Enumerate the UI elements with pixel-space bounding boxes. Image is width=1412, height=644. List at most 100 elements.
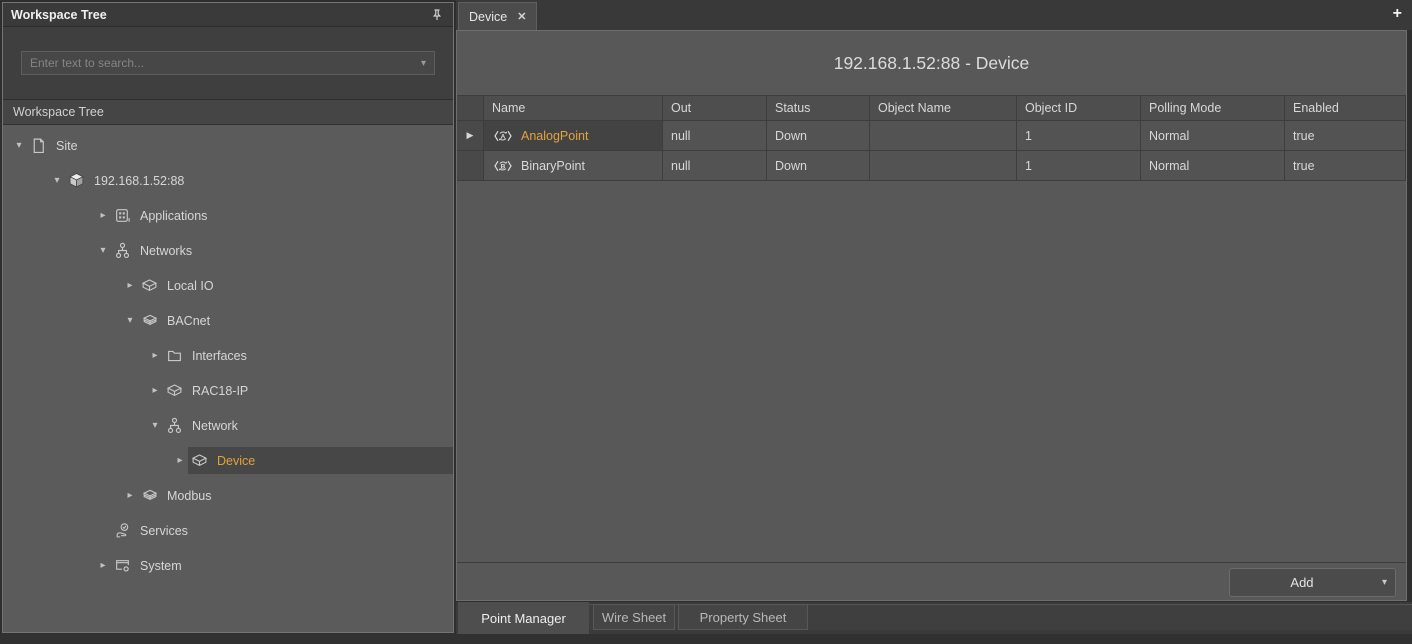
tree-item-interfaces[interactable]: ▸ Interfaces xyxy=(3,338,453,373)
search-dropdown-icon[interactable]: ▾ xyxy=(413,58,434,69)
search-combo[interactable]: ▾ xyxy=(21,51,435,75)
expander-expanded-icon[interactable]: ▾ xyxy=(95,245,111,256)
panel-title: Workspace Tree xyxy=(11,8,429,22)
tree-item-system[interactable]: ▸ System xyxy=(3,548,453,583)
cell-name[interactable]: B BinaryPoint xyxy=(484,151,663,181)
tree-item-site[interactable]: ▾ Site xyxy=(3,128,453,163)
tree-item-device[interactable]: ▸ Device xyxy=(3,443,453,478)
add-button-label: Add xyxy=(1230,575,1374,590)
point-name: AnalogPoint xyxy=(521,129,588,143)
services-icon xyxy=(114,522,131,539)
expander-collapsed-icon[interactable]: ▸ xyxy=(122,280,138,291)
tab-wire-sheet[interactable]: Wire Sheet xyxy=(593,604,675,630)
cube-icon xyxy=(191,452,208,469)
row-selector-cell: ▶ xyxy=(457,121,484,151)
cell-object-id[interactable]: 1 xyxy=(1017,151,1141,181)
expander-collapsed-icon[interactable]: ▸ xyxy=(172,455,188,466)
cell-status[interactable]: Down xyxy=(767,121,870,151)
document-icon xyxy=(30,137,47,154)
expander-collapsed-icon[interactable]: ▸ xyxy=(95,560,111,571)
close-icon[interactable]: ✕ xyxy=(517,10,526,23)
network-icon xyxy=(166,417,183,434)
document-tab-bar: Device ✕ + xyxy=(456,0,1412,30)
add-dropdown-icon[interactable]: ▾ xyxy=(1374,577,1395,588)
tree-item-local-io[interactable]: ▸ Local IO xyxy=(3,268,453,303)
tab-label: Device xyxy=(469,10,507,24)
expander-expanded-icon[interactable]: ▾ xyxy=(11,140,27,151)
tree-item-bacnet[interactable]: ▾ BACnet xyxy=(3,303,453,338)
cell-object-name[interactable] xyxy=(870,121,1017,151)
column-header-name[interactable]: Name xyxy=(484,96,663,121)
cell-polling-mode[interactable]: Normal xyxy=(1141,151,1285,181)
cell-object-name[interactable] xyxy=(870,151,1017,181)
column-header-object-name[interactable]: Object Name xyxy=(870,96,1017,121)
points-grid: Name Out Status Object Name Object ID Po… xyxy=(457,95,1406,562)
tree-item-applications[interactable]: ▸ Applications xyxy=(3,198,453,233)
column-header-polling-mode[interactable]: Polling Mode xyxy=(1141,96,1285,121)
cell-status[interactable]: Down xyxy=(767,151,870,181)
search-zone: ▾ xyxy=(3,27,453,100)
tree-item-192-168-1-52-88[interactable]: ▾ 192.168.1.52:88 xyxy=(3,163,453,198)
tree-item-modbus[interactable]: ▸ Modbus xyxy=(3,478,453,513)
cube-icon xyxy=(166,382,183,399)
grid-footer: Add ▾ xyxy=(457,562,1406,600)
table-row-analogpoint[interactable]: ▶ A AnalogPoint null Down 1 Normal true xyxy=(457,121,1406,151)
cell-object-id[interactable]: 1 xyxy=(1017,121,1141,151)
tree-item-label: Modbus xyxy=(167,489,211,503)
device-view-panel: 192.168.1.52:88 - Device Name Out Status… xyxy=(456,30,1407,601)
tree-item-label: System xyxy=(140,559,182,573)
expander-collapsed-icon[interactable]: ▸ xyxy=(95,210,111,221)
cube-icon xyxy=(141,277,158,294)
expander-expanded-icon[interactable]: ▾ xyxy=(147,420,163,431)
view-title: 192.168.1.52:88 - Device xyxy=(457,31,1406,95)
tree-item-label: Local IO xyxy=(167,279,214,293)
folder-icon xyxy=(166,347,183,364)
pin-icon[interactable] xyxy=(429,7,445,23)
new-tab-button[interactable]: + xyxy=(1393,4,1402,24)
cell-name[interactable]: A AnalogPoint xyxy=(484,121,663,151)
tree-item-label: Networks xyxy=(140,244,192,258)
stack-icon xyxy=(141,312,158,329)
controller-icon xyxy=(68,172,85,189)
view-tab-strip: Point Manager Wire Sheet Property Sheet xyxy=(456,602,1412,634)
window-bottom-strip xyxy=(0,634,1412,644)
grid-header-row: Name Out Status Object Name Object ID Po… xyxy=(457,95,1406,121)
workspace-tree-panel: Workspace Tree ▾ Workspace Tree ▾ Site ▾… xyxy=(2,2,454,633)
expander-collapsed-icon[interactable]: ▸ xyxy=(122,490,138,501)
tree-item-label: Site xyxy=(56,139,78,153)
column-header-enabled[interactable]: Enabled xyxy=(1285,96,1406,121)
tree-section-header: Workspace Tree xyxy=(3,100,453,125)
tree-item-rac18-ip[interactable]: ▸ RAC18-IP xyxy=(3,373,453,408)
tree-item-label: Network xyxy=(192,419,238,433)
tree-item-label: Applications xyxy=(140,209,207,223)
cell-enabled[interactable]: true xyxy=(1285,121,1406,151)
tree-item-services[interactable]: Services xyxy=(3,513,453,548)
column-header-out[interactable]: Out xyxy=(663,96,767,121)
column-header-status[interactable]: Status xyxy=(767,96,870,121)
expander-expanded-icon[interactable]: ▾ xyxy=(122,315,138,326)
svg-text:A: A xyxy=(501,133,506,140)
expander-collapsed-icon[interactable]: ▸ xyxy=(147,385,163,396)
tree-item-label: RAC18-IP xyxy=(192,384,248,398)
svg-text:B: B xyxy=(501,163,506,170)
tree-item-label: Device xyxy=(217,454,255,468)
expander-expanded-icon[interactable]: ▾ xyxy=(49,175,65,186)
tab-device[interactable]: Device ✕ xyxy=(458,2,537,30)
cell-out[interactable]: null xyxy=(663,121,767,151)
network-icon xyxy=(114,242,131,259)
search-input[interactable] xyxy=(22,56,413,70)
tab-property-sheet[interactable]: Property Sheet xyxy=(678,604,808,630)
tab-point-manager[interactable]: Point Manager xyxy=(458,602,589,634)
tree-item-network[interactable]: ▾ Network xyxy=(3,408,453,443)
tree-item-networks[interactable]: ▾ Networks xyxy=(3,233,453,268)
table-row-binarypoint[interactable]: B BinaryPoint null Down 1 Normal true xyxy=(457,151,1406,181)
tree-item-label: Services xyxy=(140,524,188,538)
cell-polling-mode[interactable]: Normal xyxy=(1141,121,1285,151)
cell-out[interactable]: null xyxy=(663,151,767,181)
grid-empty-area xyxy=(457,181,1406,562)
add-button[interactable]: Add ▾ xyxy=(1229,568,1396,597)
expander-collapsed-icon[interactable]: ▸ xyxy=(147,350,163,361)
workspace-tree: ▾ Site ▾ 192.168.1.52:88 ▸ Applications … xyxy=(3,125,453,632)
column-header-object-id[interactable]: Object ID xyxy=(1017,96,1141,121)
cell-enabled[interactable]: true xyxy=(1285,151,1406,181)
